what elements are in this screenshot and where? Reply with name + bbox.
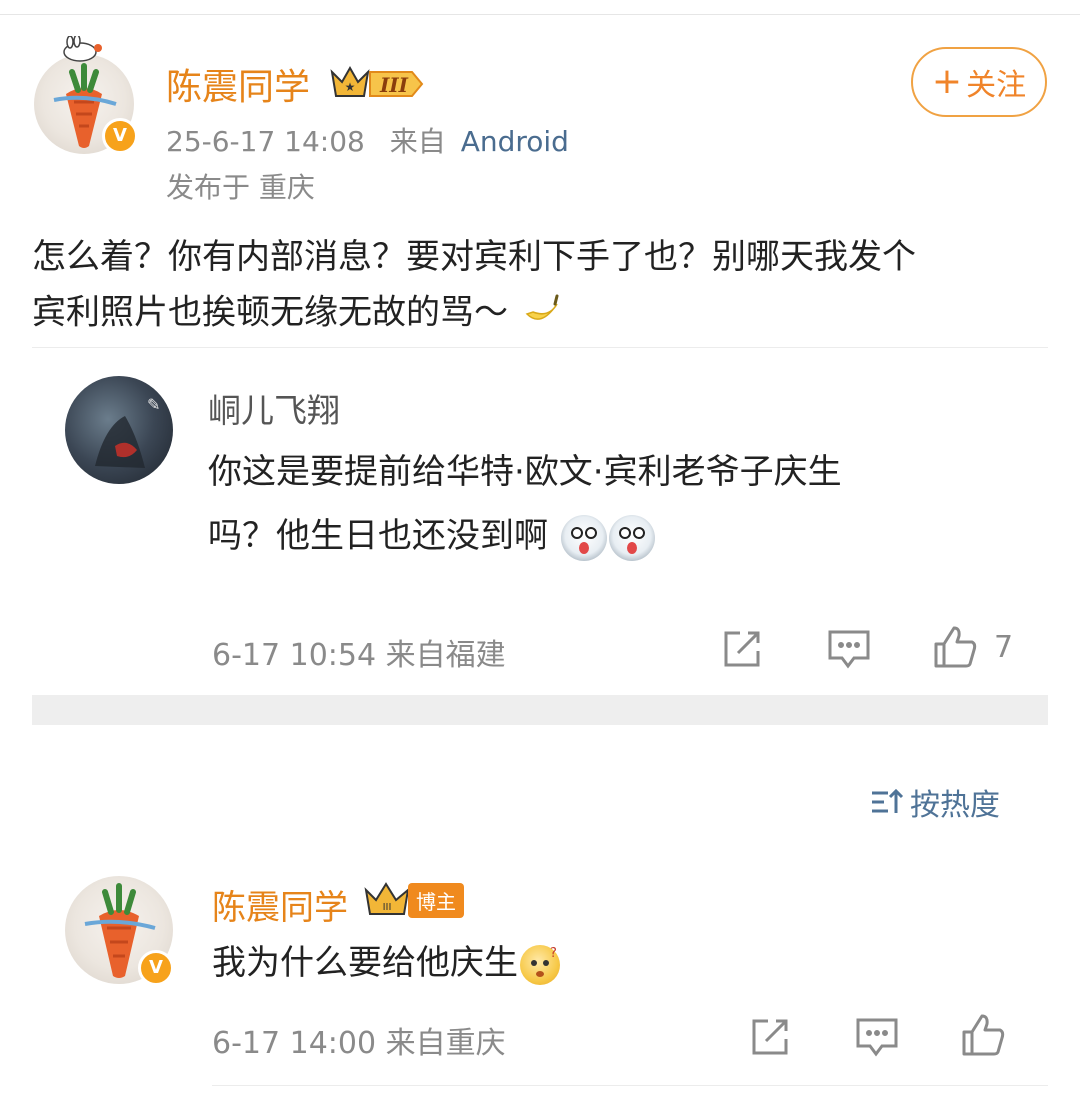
comment-icon[interactable] <box>854 1016 900 1062</box>
like-icon[interactable] <box>960 1012 1006 1062</box>
plus-icon: + <box>931 61 963 102</box>
section-separator <box>32 695 1048 725</box>
comment-text-line-2: 吗？他生日也还没到啊 <box>208 504 1028 568</box>
thinking-emoji-icon: ? <box>520 944 560 985</box>
commenter-name[interactable]: 峒儿飞翔 <box>208 384 340 432</box>
source-app-link[interactable]: Android <box>461 125 569 158</box>
post-location: 发布于 重庆 <box>166 171 315 204</box>
post-timestamp: 25-6-17 14:08 <box>166 125 365 158</box>
post-author-name[interactable]: 陈震同学 <box>166 58 310 110</box>
svg-text:?: ? <box>550 946 557 961</box>
comment-text: 你这是要提前给华特·欧文·宾利老爷子庆生 吗？他生日也还没到啊 <box>208 440 1028 568</box>
follow-button[interactable]: + 关注 <box>911 47 1047 117</box>
level-label: III <box>379 73 409 97</box>
svg-text:✎: ✎ <box>147 395 160 414</box>
like-icon[interactable] <box>932 624 978 674</box>
reply-crown-badge: III 博主 <box>362 880 464 920</box>
blogger-tag: 博主 <box>408 882 464 918</box>
verified-badge: V <box>102 118 138 154</box>
comment-meta: 6-17 10:54 来自福建 <box>212 638 506 673</box>
top-divider <box>0 14 1080 15</box>
follow-label: 关注 <box>966 68 1027 103</box>
banana-emoji-icon <box>519 284 563 344</box>
sort-by-hot-button[interactable]: 按热度 <box>870 780 1000 824</box>
post-meta: 25-6-17 14:08 来自 Android <box>166 120 569 160</box>
sort-icon <box>872 788 904 813</box>
reply-author-name[interactable]: 陈震同学 <box>212 880 348 929</box>
repost-icon[interactable] <box>748 1015 792 1063</box>
level-crown-badge: ★ III <box>328 62 426 106</box>
verified-badge: V <box>138 950 174 986</box>
reply-divider <box>212 1085 1048 1086</box>
comment-icon[interactable] <box>826 628 872 674</box>
svg-text:III: III <box>383 902 392 913</box>
sort-label: 按热度 <box>910 788 1000 823</box>
repost-icon[interactable] <box>720 627 764 675</box>
post-text-line: 怎么着？你有内部消息？要对宾利下手了也？别哪天我发个 <box>32 237 916 277</box>
like-count: 7 <box>994 630 1014 665</box>
rabbit-pendant-icon <box>58 34 106 62</box>
post-text: 怎么着？你有内部消息？要对宾利下手了也？别哪天我发个 宾利照片也挨顿无缘无故的骂… <box>32 230 1052 344</box>
post-text-line-2: 宾利照片也挨顿无缘无故的骂～ <box>32 284 1052 344</box>
source-prefix: 来自 <box>389 125 446 158</box>
reply-meta: 6-17 14:00 来自重庆 <box>212 1026 506 1061</box>
reply-text: 我为什么要给他庆生 ? <box>212 936 560 990</box>
commenter-avatar[interactable]: ✎ <box>65 376 173 484</box>
post-divider <box>32 347 1048 348</box>
dog-emoji-icon <box>608 514 655 561</box>
svg-text:★: ★ <box>345 80 356 94</box>
comment-text-line: 你这是要提前给华特·欧文·宾利老爷子庆生 <box>208 452 842 492</box>
dog-emoji-icon <box>560 514 607 561</box>
